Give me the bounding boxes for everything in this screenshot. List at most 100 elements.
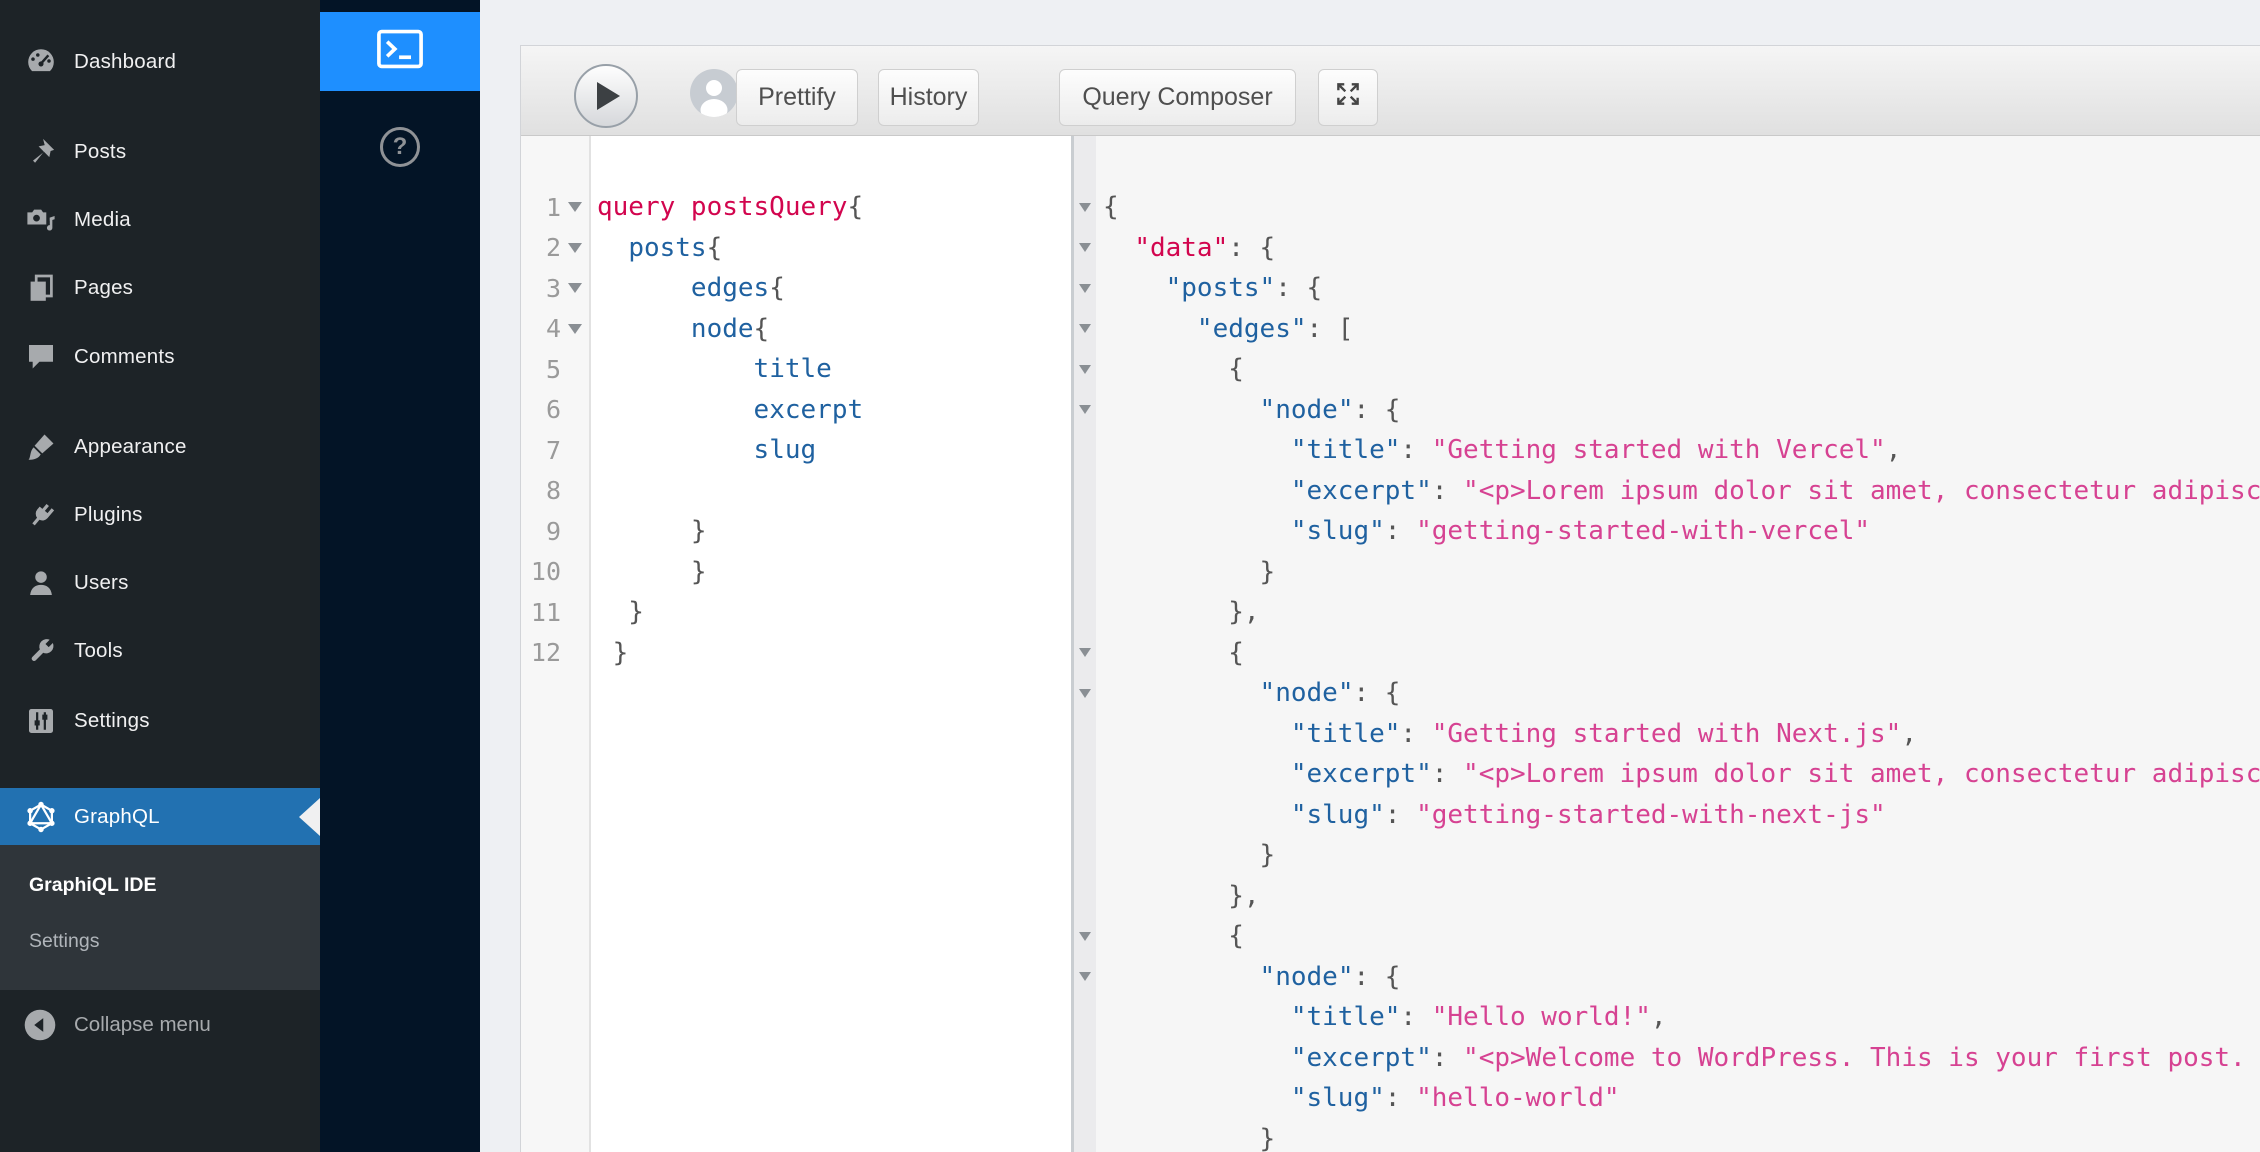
fold-arrow-icon[interactable] — [1079, 689, 1091, 698]
code-line: posts{ — [591, 228, 1071, 269]
code-line: "title": "Getting started with Vercel", — [1096, 430, 2260, 471]
code-line: } — [1096, 835, 2260, 876]
query-composer-button[interactable]: Query Composer — [1059, 69, 1296, 126]
fold-arrow-icon[interactable] — [568, 324, 582, 334]
code-line: "title": "Getting started with Next.js", — [1096, 714, 2260, 755]
gutter-row — [1074, 552, 1096, 593]
fold-arrow-icon[interactable] — [1079, 365, 1091, 374]
fold-arrow-icon[interactable] — [568, 202, 582, 212]
fold-arrow-icon[interactable] — [568, 283, 582, 293]
fold-arrow-icon[interactable] — [1079, 972, 1091, 981]
sidebar-item-label: Media — [74, 208, 131, 232]
sidebar-item-label: GraphQL — [74, 805, 160, 829]
code-line: } — [591, 552, 1071, 593]
fold-arrow-icon[interactable] — [1079, 284, 1091, 293]
code-line: "data": { — [1096, 228, 2260, 269]
code-line: "excerpt": "<p>Welcome to WordPress. Thi… — [1096, 1038, 2260, 1079]
gutter-row — [1074, 916, 1096, 957]
sidebar-item-appearance[interactable]: Appearance — [0, 419, 320, 475]
code-line: slug — [591, 430, 1071, 471]
code-line: } — [591, 633, 1071, 674]
fullscreen-button[interactable] — [1318, 69, 1378, 126]
gutter-row: 9 — [521, 511, 589, 552]
sidebar-item-posts[interactable]: Posts — [0, 124, 320, 180]
expand-icon — [1333, 79, 1363, 116]
code-line: edges{ — [591, 268, 1071, 309]
paintbrush-icon — [24, 430, 58, 464]
code-line: "edges": [ — [1096, 309, 2260, 350]
fold-arrow-icon[interactable] — [1079, 324, 1091, 333]
line-number: 6 — [521, 395, 561, 424]
code-line: excerpt — [591, 390, 1071, 431]
graphiql-rail: ? — [320, 0, 480, 1152]
sidebar-item-media[interactable]: Media — [0, 192, 320, 248]
pushpin-icon — [24, 135, 58, 169]
sidebar-item-comments[interactable]: Comments — [0, 329, 320, 385]
collapse-menu-button[interactable]: Collapse menu — [0, 1003, 320, 1047]
sidebar-item-graphql[interactable]: GraphQL — [0, 788, 320, 845]
query-editor[interactable]: query postsQuery{ posts{ edges{ node{ ti… — [591, 136, 1071, 1152]
gutter-row: 6 — [521, 390, 589, 431]
gutter-row — [1074, 1119, 1096, 1152]
wp-admin-sidebar: Dashboard Posts Media Pages Comments Appearan… — [0, 0, 320, 1152]
code-line: } — [591, 511, 1071, 552]
graphql-logo-icon — [24, 800, 58, 834]
sliders-icon — [24, 704, 58, 738]
code-line: "excerpt": "<p>Lorem ipsum dolor sit ame… — [1096, 471, 2260, 512]
avatar[interactable] — [690, 69, 738, 117]
fold-arrow-icon[interactable] — [1079, 405, 1091, 414]
help-icon: ? — [380, 127, 420, 167]
prettify-button[interactable]: Prettify — [736, 69, 858, 126]
fold-arrow-icon[interactable] — [1079, 932, 1091, 941]
code-line: "node": { — [1096, 957, 2260, 998]
code-line: }, — [1096, 876, 2260, 917]
submenu-item-graphiql-ide[interactable]: GraphiQL IDE — [29, 874, 157, 897]
gutter-row — [1074, 1078, 1096, 1119]
code-line: } — [591, 592, 1071, 633]
execute-query-button[interactable] — [574, 64, 638, 128]
sidebar-item-dashboard[interactable]: Dashboard — [0, 34, 320, 90]
sidebar-item-users[interactable]: Users — [0, 555, 320, 611]
submenu-item-settings[interactable]: Settings — [29, 930, 99, 953]
gutter-row — [1074, 187, 1096, 228]
gutter-row: 2 — [521, 228, 589, 269]
wrench-icon — [24, 634, 58, 668]
gutter-row: 12 — [521, 633, 589, 674]
gutter-row — [1074, 714, 1096, 755]
graphiql-toggle-button[interactable] — [320, 12, 480, 91]
gutter-row: 7 — [521, 430, 589, 471]
gutter-row — [1074, 673, 1096, 714]
help-button[interactable]: ? — [320, 113, 480, 181]
gutter-row: 4 — [521, 309, 589, 350]
code-line: "slug": "hello-world" — [1096, 1078, 2260, 1119]
sidebar-item-tools[interactable]: Tools — [0, 623, 320, 679]
result-gutter — [1074, 136, 1096, 1152]
sidebar-item-plugins[interactable]: Plugins — [0, 487, 320, 543]
terminal-icon — [375, 27, 425, 76]
sidebar-item-pages[interactable]: Pages — [0, 260, 320, 316]
code-line — [591, 471, 1071, 512]
code-line: "slug": "getting-started-with-vercel" — [1096, 511, 2260, 552]
line-number: 5 — [521, 355, 561, 384]
gutter-row — [1074, 592, 1096, 633]
gutter-row — [1074, 471, 1096, 512]
editor-gutter: 123456789101112 — [521, 136, 591, 1152]
gutter-row: 10 — [521, 552, 589, 593]
gutter-row — [1074, 268, 1096, 309]
fold-arrow-icon[interactable] — [1079, 203, 1091, 212]
sidebar-item-label: Settings — [74, 709, 150, 733]
history-button[interactable]: History — [878, 69, 979, 126]
gutter-row — [1074, 876, 1096, 917]
fold-arrow-icon[interactable] — [1079, 243, 1091, 252]
graphiql-workspace: 123456789101112 query postsQuery{ posts{… — [521, 136, 2260, 1152]
code-line: title — [591, 349, 1071, 390]
gutter-row: 5 — [521, 349, 589, 390]
fold-arrow-icon[interactable] — [568, 243, 582, 253]
fold-arrow-icon[interactable] — [1079, 648, 1091, 657]
code-line: query postsQuery{ — [591, 187, 1071, 228]
gutter-row — [1074, 835, 1096, 876]
collapse-icon — [22, 1007, 58, 1043]
gutter-row — [1074, 349, 1096, 390]
line-number: 2 — [521, 233, 561, 262]
sidebar-item-settings[interactable]: Settings — [0, 693, 320, 749]
